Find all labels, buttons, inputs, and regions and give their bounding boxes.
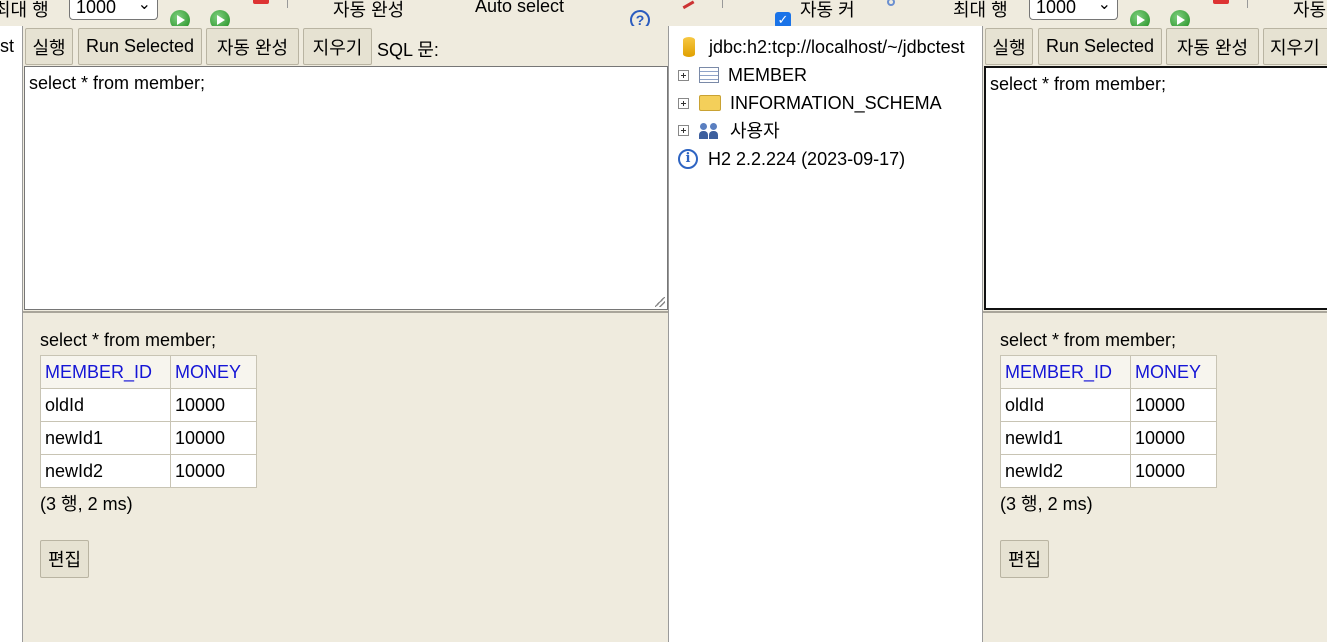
disconnect-icon[interactable]	[677, 0, 695, 10]
result-summary: (3 행, 2 ms)	[40, 494, 133, 514]
result-area: select * from member; MEMBER_ID MONEY ol…	[40, 330, 257, 516]
result-query: select * from member;	[1000, 330, 1177, 350]
column-header[interactable]: MEMBER_ID	[40, 355, 171, 389]
max-rows-value-right: 1000	[1036, 0, 1077, 17]
connection-url: jdbc:h2:tcp://localhost/~/jdbctest	[709, 36, 965, 57]
table-cell: 10000	[170, 454, 257, 488]
autocomplete-button[interactable]: 자동 완성	[1166, 28, 1259, 65]
autocomplete-button[interactable]: 자동 완성	[206, 28, 299, 65]
table-row: oldId 10000	[1000, 388, 1217, 422]
version-text: H2 2.2.224 (2023-09-17)	[708, 148, 906, 169]
resize-handle-icon[interactable]	[655, 297, 665, 307]
info-icon: i	[678, 149, 698, 169]
expand-icon[interactable]	[678, 69, 689, 81]
table-cell: 10000	[170, 388, 257, 422]
max-rows-label-right: 최대 행	[953, 0, 1008, 20]
left-edge-strip: st	[0, 26, 22, 642]
edit-button[interactable]: 편집	[40, 540, 89, 578]
table-cell: newId1	[40, 421, 171, 455]
auto-commit-checkbox[interactable]: ✓	[775, 12, 791, 26]
sql-label: SQL 문:	[377, 40, 439, 60]
tree-item-users[interactable]: 사용자	[678, 117, 780, 143]
run-selected-icon[interactable]	[210, 10, 230, 26]
run-selected-button[interactable]: Run Selected	[1038, 28, 1162, 65]
stop-icon[interactable]	[1213, 0, 1229, 4]
auto-commit-label: 자동 커	[800, 0, 855, 20]
toolbar-separator	[1247, 0, 1248, 8]
table-cell: oldId	[1000, 388, 1131, 422]
sql-editor[interactable]: select * from member;	[24, 66, 668, 310]
chevron-down-icon: ⌄	[137, 0, 151, 13]
max-rows-label: 최대 행	[0, 0, 49, 20]
folder-icon	[699, 95, 721, 111]
tree-item-label: 사용자	[730, 121, 780, 141]
database-icon	[683, 37, 695, 57]
refresh-icon[interactable]	[887, 0, 895, 6]
clear-button[interactable]: 지우기	[303, 28, 372, 65]
table-header-row: MEMBER_ID MONEY	[1000, 355, 1217, 389]
tab-fragment: st	[0, 36, 15, 56]
autocomplete-label-right: 자동	[1293, 0, 1327, 20]
users-icon	[699, 120, 719, 140]
column-header[interactable]: MONEY	[1130, 355, 1217, 389]
tree-item-member[interactable]: MEMBER	[678, 62, 807, 88]
run-button[interactable]: 실행	[25, 28, 73, 65]
run-button[interactable]: 실행	[985, 28, 1033, 65]
result-table: MEMBER_ID MONEY oldId 10000 newId1 10000…	[1000, 355, 1217, 488]
column-header[interactable]: MEMBER_ID	[1000, 355, 1131, 389]
table-icon	[699, 67, 719, 83]
help-icon[interactable]: ?	[630, 10, 650, 26]
table-row: newId1 10000	[40, 421, 257, 455]
table-row: oldId 10000	[40, 388, 257, 422]
table-cell: oldId	[40, 388, 171, 422]
table-row: newId2 10000	[40, 454, 257, 488]
chevron-down-icon: ⌄	[1097, 0, 1111, 13]
result-query: select * from member;	[40, 330, 217, 350]
table-cell: 10000	[1130, 454, 1217, 488]
tree-item-label: INFORMATION_SCHEMA	[730, 92, 942, 113]
run-icon[interactable]	[1130, 10, 1150, 26]
max-rows-select[interactable]: 1000 ⌄	[69, 0, 158, 20]
stop-icon[interactable]	[253, 0, 269, 4]
table-cell: 10000	[170, 421, 257, 455]
table-cell: newId2	[40, 454, 171, 488]
toolbar-separator	[722, 0, 723, 8]
tree-item-information-schema[interactable]: INFORMATION_SCHEMA	[678, 90, 942, 116]
run-selected-icon[interactable]	[1170, 10, 1190, 26]
clear-button[interactable]: 지우기	[1263, 28, 1327, 65]
splitter[interactable]	[983, 311, 1327, 313]
autocomplete-label: 자동 완성	[333, 0, 405, 20]
tree-connection[interactable]: jdbc:h2:tcp://localhost/~/jdbctest	[678, 34, 965, 60]
table-cell: 10000	[1130, 421, 1217, 455]
splitter[interactable]	[23, 311, 668, 313]
result-summary: (3 행, 2 ms)	[1000, 494, 1093, 514]
top-toolbar: 최대 행 1000 ⌄ 자동 완성 Auto select ? ✓ 자동 커 최…	[0, 0, 1327, 26]
result-area: select * from member; MEMBER_ID MONEY ol…	[1000, 330, 1217, 516]
table-header-row: MEMBER_ID MONEY	[40, 355, 257, 389]
sql-editor[interactable]: select * from member;	[984, 66, 1327, 310]
column-header[interactable]: MONEY	[170, 355, 257, 389]
table-cell: newId2	[1000, 454, 1131, 488]
table-cell: newId1	[1000, 421, 1131, 455]
expand-icon[interactable]	[678, 97, 689, 109]
table-row: newId1 10000	[1000, 421, 1217, 455]
expand-icon[interactable]	[678, 124, 689, 136]
edit-button[interactable]: 편집	[1000, 540, 1049, 578]
table-row: newId2 10000	[1000, 454, 1217, 488]
max-rows-select-right[interactable]: 1000 ⌄	[1029, 0, 1118, 20]
result-table: MEMBER_ID MONEY oldId 10000 newId1 10000…	[40, 355, 257, 488]
run-icon[interactable]	[170, 10, 190, 26]
run-selected-button[interactable]: Run Selected	[78, 28, 202, 65]
table-cell: 10000	[1130, 388, 1217, 422]
toolbar-separator	[287, 0, 288, 8]
tree-version: i H2 2.2.224 (2023-09-17)	[678, 146, 905, 172]
max-rows-value: 1000	[76, 0, 117, 17]
auto-select-label: Auto select	[475, 0, 565, 16]
tree-item-label: MEMBER	[728, 64, 808, 85]
